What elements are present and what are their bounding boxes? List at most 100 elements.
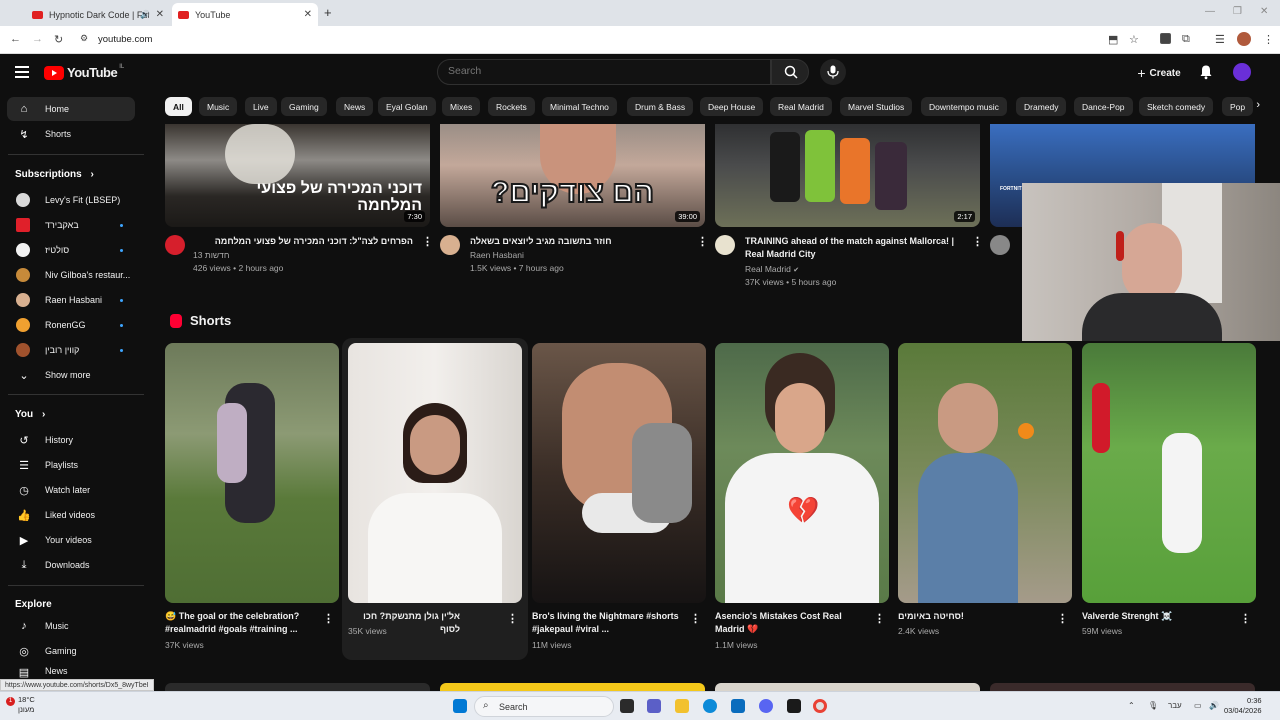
more-actions-icon[interactable]: ⋮	[697, 235, 708, 248]
short-title[interactable]: Asencio's Mistakes Cost Real Madrid 💔	[715, 610, 863, 636]
sidebar-item-liked-videos[interactable]: 👍 Liked videos	[7, 503, 135, 527]
task-view-icon[interactable]	[620, 699, 634, 713]
video-thumbnail[interactable]	[440, 683, 705, 691]
create-button[interactable]: + Create	[1129, 62, 1189, 84]
hamburger-menu-icon[interactable]	[15, 66, 29, 78]
chevron-up-icon[interactable]: ⌃	[1128, 701, 1135, 710]
video-thumbnail[interactable]: הם צודקים? 39:00	[440, 124, 705, 227]
sidebar-subscription-item[interactable]: Levy's Fit (LBSEP)	[7, 188, 135, 212]
browser-menu-icon[interactable]: ⋮	[1263, 33, 1274, 46]
video-thumbnail[interactable]: 2:17	[715, 124, 980, 227]
back-icon[interactable]: ←	[10, 33, 21, 45]
subscriptions-heading[interactable]: Subscriptions ›	[15, 169, 94, 180]
teams-icon[interactable]	[647, 699, 661, 713]
chip[interactable]: Dance-Pop	[1074, 97, 1133, 116]
site-info-icon[interactable]: ⚙	[80, 33, 88, 44]
chip[interactable]: Gaming	[281, 97, 327, 116]
chrome-icon[interactable]	[813, 699, 827, 713]
tab-hypnotic-dark-code[interactable]: Hypnotic Dark Code | Futu 🔊 ✕	[26, 3, 170, 26]
chip[interactable]: Dramedy	[1016, 97, 1067, 116]
video-title[interactable]: הפרחים לצה"ל: דוכני המכירה של פצועי המלח…	[193, 235, 413, 248]
profile-avatar[interactable]	[1237, 32, 1251, 46]
language-indicator[interactable]: עבר	[1168, 701, 1182, 710]
short-title[interactable]: !סחיטה באיומים	[898, 610, 968, 623]
new-tab-icon[interactable]: +	[324, 5, 332, 20]
maximize-icon[interactable]: ❐	[1233, 6, 1242, 17]
chip[interactable]: Real Madrid	[770, 97, 832, 116]
sidebar-subscription-item[interactable]: באקבירד	[7, 213, 135, 237]
video-thumbnail[interactable]	[165, 683, 430, 691]
sidebar-item-watch-later[interactable]: ◷ Watch later	[7, 478, 135, 502]
more-actions-icon[interactable]: ⋮	[690, 612, 701, 625]
sidebar-item-news[interactable]: ▤ News	[7, 664, 135, 678]
close-tab-icon[interactable]: ✕	[304, 9, 312, 20]
channel-avatar[interactable]	[165, 235, 185, 255]
windows-start-icon[interactable]	[453, 699, 467, 713]
search-button[interactable]	[771, 59, 809, 85]
chip[interactable]: Downtempo music	[921, 97, 1007, 116]
sidebar-item-home[interactable]: ⌂ Home	[7, 97, 135, 121]
sidebar-subscription-item[interactable]: Niv Gilboa's restaur...	[7, 263, 135, 287]
chip[interactable]: Live	[245, 97, 277, 116]
short-title[interactable]: 😅 The goal or the celebration? #realmadr…	[165, 610, 313, 636]
chip[interactable]: Sketch comedy	[1139, 97, 1214, 116]
short-thumbnail[interactable]: 💔	[715, 343, 889, 603]
chip[interactable]: Eyal Golan	[378, 97, 436, 116]
video-channel[interactable]: חדשות 13	[193, 249, 229, 262]
youtube-logo[interactable]: YouTube IL	[44, 64, 124, 80]
video-channel[interactable]: Raen Hasbani	[470, 249, 524, 262]
short-thumbnail[interactable]	[532, 343, 706, 603]
taskbar-clock[interactable]: 0:36 03/04/2026	[1224, 696, 1262, 716]
channel-avatar[interactable]	[715, 235, 735, 255]
sidebar-item-shorts[interactable]: ↯ Shorts	[7, 122, 135, 146]
bookmark-star-icon[interactable]: ☆	[1129, 33, 1139, 46]
search-input[interactable]	[448, 65, 748, 77]
chip[interactable]: Drum & Bass	[627, 97, 694, 116]
speaker-icon[interactable]: 🔊	[140, 10, 150, 19]
sidebar-subscription-item[interactable]: קווין רובין	[7, 338, 135, 362]
more-actions-icon[interactable]: ⋮	[422, 235, 433, 248]
weather-widget[interactable]: 18°C מעונן	[18, 695, 35, 715]
short-thumbnail[interactable]	[165, 343, 339, 603]
chip[interactable]: Marvel Studios	[840, 97, 913, 116]
sidebar-subscription-item[interactable]: Raen Hasbani	[7, 288, 135, 312]
short-thumbnail[interactable]	[898, 343, 1072, 603]
chip-all[interactable]: All	[165, 97, 192, 116]
chip[interactable]: Pop	[1222, 97, 1254, 116]
video-thumbnail[interactable]: דוכני המכירה של פצועי המלחמה 7:30	[165, 124, 430, 227]
sidebar-item-music[interactable]: ♪ Music	[7, 614, 135, 638]
more-actions-icon[interactable]: ⋮	[1240, 612, 1251, 625]
sidebar-item-gaming[interactable]: ◎ Gaming	[7, 639, 135, 663]
install-icon[interactable]: ⬒	[1108, 33, 1118, 46]
channel-avatar[interactable]	[440, 235, 460, 255]
edge-icon[interactable]	[703, 699, 717, 713]
chip[interactable]: News	[336, 97, 374, 116]
chip[interactable]: Deep House	[700, 97, 764, 116]
more-actions-icon[interactable]: ⋮	[874, 612, 885, 625]
minimize-icon[interactable]: —	[1205, 6, 1215, 17]
microphone-icon[interactable]: 🎙	[1148, 701, 1158, 710]
tab-search-icon[interactable]: ☰	[1215, 33, 1225, 46]
sidebar-item-downloads[interactable]: ⤓ Downloads	[7, 553, 135, 577]
chevron-right-icon[interactable]: ›	[1256, 99, 1260, 111]
more-actions-icon[interactable]: ⋮	[323, 612, 334, 625]
notifications-bell-icon[interactable]	[1198, 64, 1214, 80]
extension-icon[interactable]	[1160, 33, 1171, 44]
you-heading[interactable]: You ›	[15, 409, 45, 420]
forward-icon[interactable]: →	[32, 33, 43, 45]
short-title[interactable]: Valverde Strenght ☠️	[1082, 610, 1230, 623]
discord-icon[interactable]	[759, 699, 773, 713]
short-title[interactable]: Bro's living the Nightmare #shorts #jake…	[532, 610, 680, 636]
chip[interactable]: Rockets	[488, 97, 535, 116]
chip[interactable]: Mixes	[442, 97, 481, 116]
video-thumbnail[interactable]	[715, 683, 980, 691]
more-actions-icon[interactable]: ⋮	[507, 612, 518, 625]
store-icon[interactable]	[731, 699, 745, 713]
tab-youtube[interactable]: YouTube ✕	[172, 3, 318, 26]
more-actions-icon[interactable]: ⋮	[972, 235, 983, 248]
short-thumbnail[interactable]	[348, 343, 522, 603]
video-title[interactable]: חוזר בתשובה מגיב ליוצאים בשאלה	[470, 235, 690, 248]
volume-icon[interactable]: 🔊	[1209, 701, 1219, 710]
app-icon[interactable]	[787, 699, 801, 713]
more-actions-icon[interactable]: ⋮	[1057, 612, 1068, 625]
